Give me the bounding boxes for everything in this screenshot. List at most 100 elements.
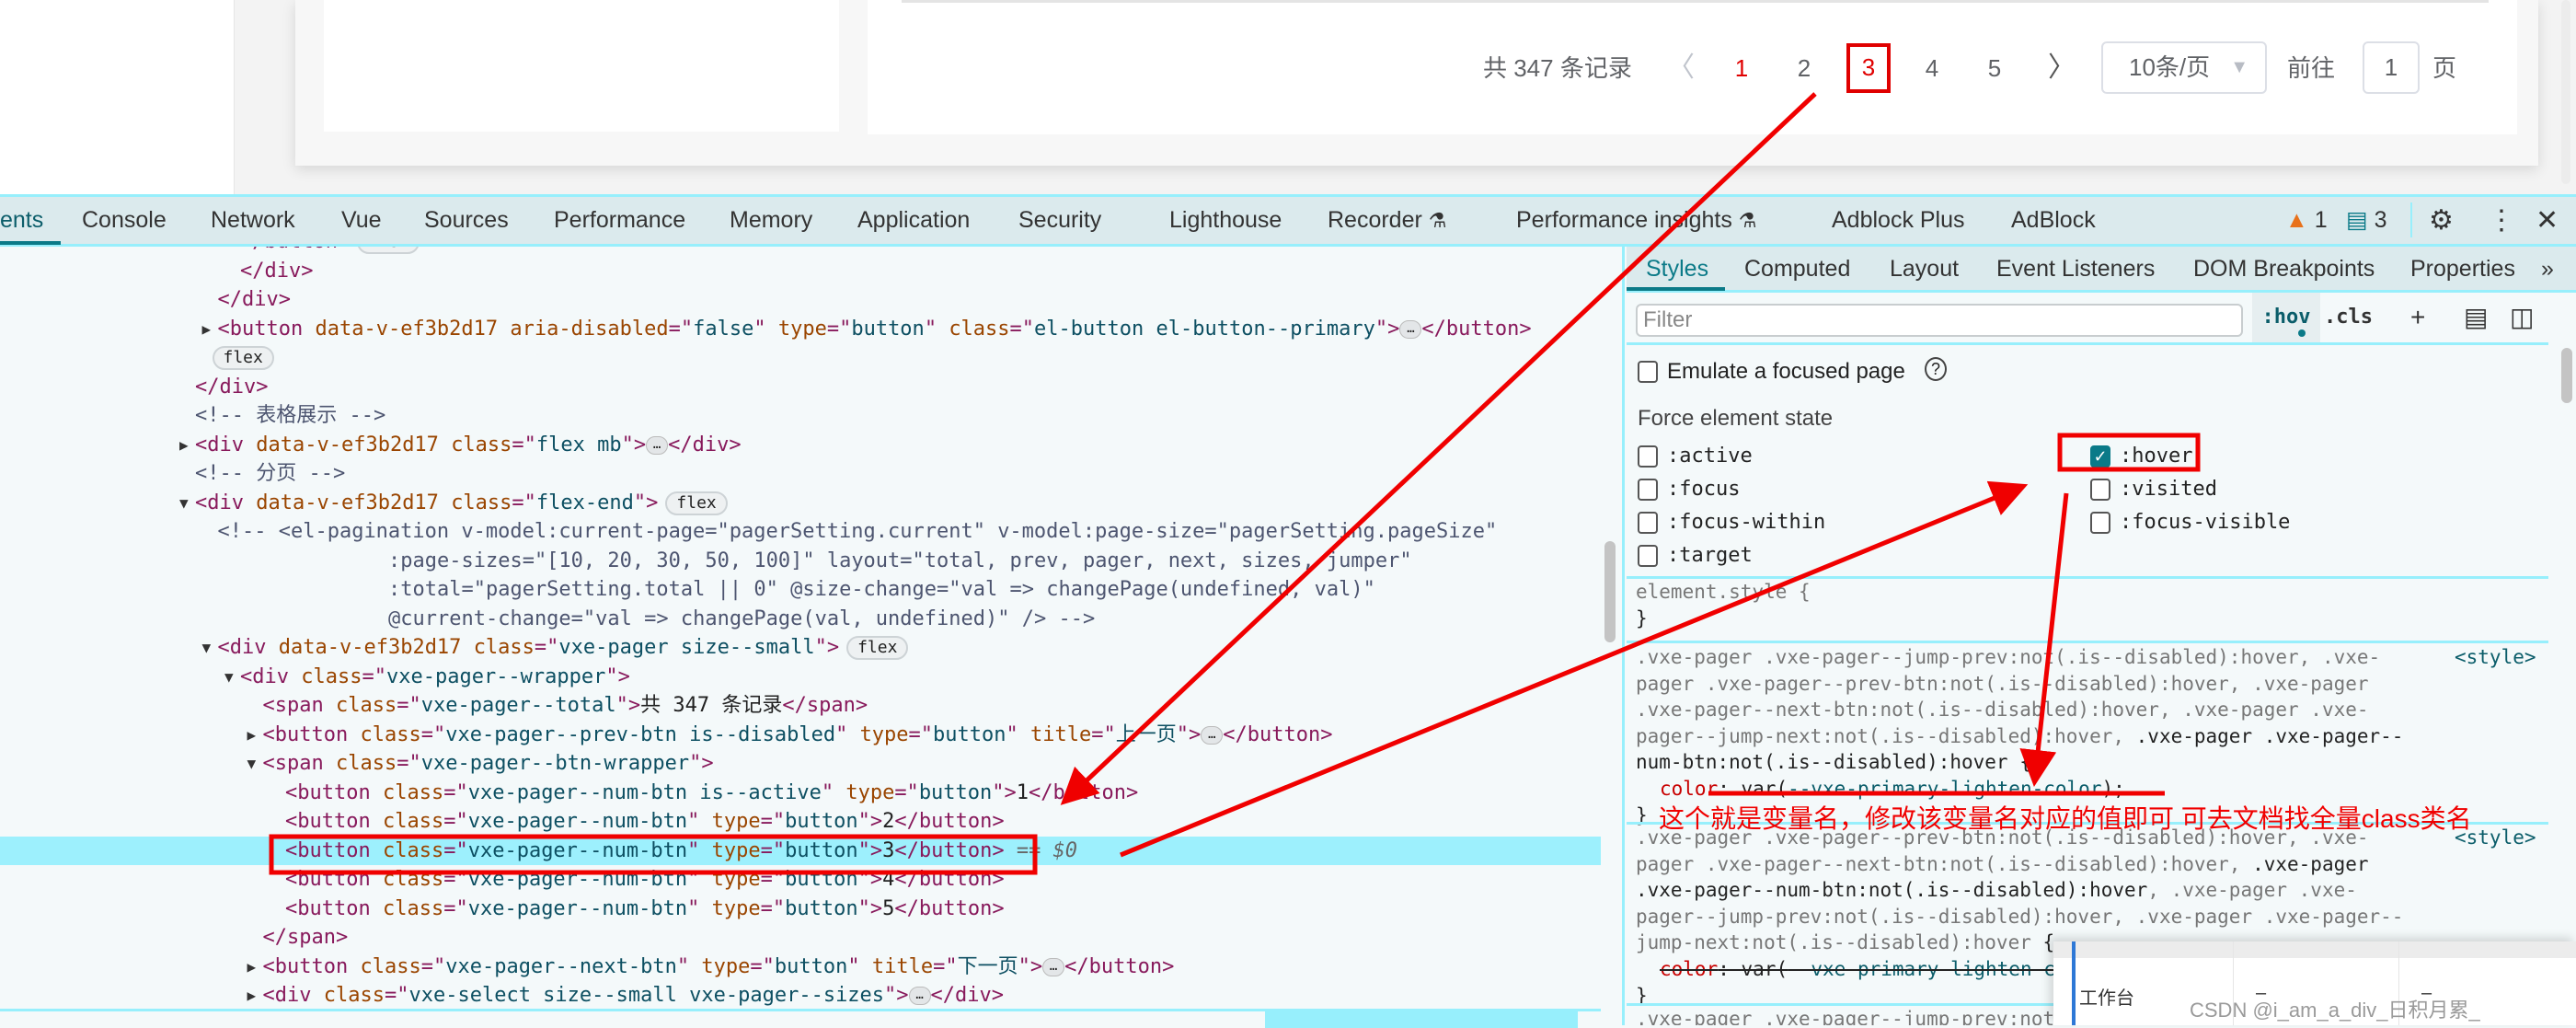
expanded-triangle-icon[interactable]: ▼ xyxy=(179,489,189,518)
state-active-checkbox[interactable] xyxy=(1638,445,1658,468)
state-focus-checkbox[interactable] xyxy=(1638,479,1658,501)
dom-node-row[interactable]: </div> xyxy=(0,257,1601,286)
flex-badge[interactable]: flex xyxy=(665,491,728,515)
dom-node-row[interactable]: ▼ <div data-v-ef3b2d17 class="flex-end"> f… xyxy=(0,489,1601,518)
dom-node-row[interactable]: :total="pagerSetting.total || 0" @size-c… xyxy=(0,575,1601,605)
expanded-triangle-icon[interactable]: ▼ xyxy=(247,749,257,779)
flex-badge[interactable]: flex xyxy=(212,346,274,370)
dom-node-row[interactable]: <button class="vxe-pager--num-btn" type=… xyxy=(0,836,1601,865)
dom-node-row[interactable]: <!-- 分页 --> xyxy=(0,459,1601,489)
dom-node-row[interactable]: </div> xyxy=(0,373,1601,402)
help-icon[interactable]: ? xyxy=(1925,357,1947,381)
styles-filter-input[interactable]: Filter xyxy=(1636,304,2243,337)
close-icon[interactable]: ✕ xyxy=(2536,197,2559,244)
styles-scrollbar-thumb[interactable] xyxy=(2561,348,2572,403)
dom-node-row[interactable]: <button class="vxe-pager--num-btn" type=… xyxy=(0,865,1601,895)
state-hover-checkbox[interactable]: ✓ xyxy=(2090,445,2110,468)
state-visited-checkbox[interactable] xyxy=(2090,479,2110,501)
breadcrumb-selected[interactable] xyxy=(1265,1011,1578,1028)
collapsed-triangle-icon[interactable]: ▶ xyxy=(247,981,257,1009)
expanded-triangle-icon[interactable]: ▼ xyxy=(202,633,212,663)
tab-sources[interactable]: Sources xyxy=(424,197,509,244)
cls-toggle-button[interactable]: .cls xyxy=(2324,293,2373,342)
tab-dom-breakpoints[interactable]: DOM Breakpoints xyxy=(2193,247,2375,291)
collapsed-triangle-icon[interactable]: ▶ xyxy=(179,431,189,460)
collapsed-triangle-icon[interactable]: ▶ xyxy=(247,953,257,982)
collapsed-children-ellipsis[interactable]: … xyxy=(908,987,931,1005)
tab-vue[interactable]: Vue xyxy=(341,197,382,244)
messages-indicator[interactable]: ▤ 3 xyxy=(2346,197,2386,244)
state-focus-visible-checkbox[interactable] xyxy=(2090,512,2110,534)
tab-memory[interactable]: Memory xyxy=(730,197,812,244)
dom-node-row[interactable]: ▶ <button class="vxe-pager--prev-btn is--… xyxy=(0,721,1601,750)
tab-adblock-plus[interactable]: Adblock Plus xyxy=(1832,197,1965,244)
dom-node-row[interactable]: </div> xyxy=(0,285,1601,315)
tab-application[interactable]: Application xyxy=(857,197,970,244)
dom-node-row[interactable]: ▼ <div class="vxe-pager--wrapper"> xyxy=(0,663,1601,692)
tab-performance-insights[interactable]: Performance insights ⚗ xyxy=(1516,197,1757,244)
scrollbar-thumb[interactable] xyxy=(1604,541,1616,642)
collapsed-children-ellipsis[interactable]: … xyxy=(1042,957,1065,976)
goto-page-input[interactable]: 1 xyxy=(2363,41,2420,94)
collapsed-children-ellipsis[interactable]: … xyxy=(1201,725,1224,745)
dom-scrollbar[interactable] xyxy=(1601,247,1625,1025)
pager-page-3[interactable]: 3 xyxy=(1846,43,1891,93)
dom-node-row[interactable]: </button> flex xyxy=(0,247,1601,257)
dom-node-row[interactable]: <!-- 表格展示 --> xyxy=(0,401,1601,431)
collapsed-triangle-icon[interactable]: ▶ xyxy=(202,315,212,344)
gear-icon[interactable]: ⚙ xyxy=(2429,197,2454,244)
dom-node-row[interactable]: <button class="vxe-pager--num-btn" type=… xyxy=(0,895,1601,924)
dom-node-row[interactable]: ▶ <button data-v-ef3b2d17 aria-disabled="… xyxy=(0,315,1601,344)
element-style-rule[interactable]: element.style { } xyxy=(1636,579,2418,631)
chevron-right-icon[interactable]: 〉 xyxy=(2048,50,2076,87)
tab-event-listeners[interactable]: Event Listeners xyxy=(1996,247,2155,291)
tab-styles[interactable]: Styles xyxy=(1646,247,1708,291)
tab-security[interactable]: Security xyxy=(1018,197,1101,244)
hov-toggle-button[interactable]: :hov xyxy=(2252,293,2320,342)
expanded-triangle-icon[interactable]: ▼ xyxy=(224,663,234,692)
toggle-sidebar-icon[interactable]: ◫ xyxy=(2510,302,2534,333)
warnings-indicator[interactable]: ▲ 1 xyxy=(2285,197,2328,244)
new-rule-plus-icon[interactable]: + xyxy=(2410,302,2425,333)
dom-node-row[interactable]: <!-- <el-pagination v-model:current-page… xyxy=(0,517,1601,547)
flex-badge[interactable]: flex xyxy=(357,247,420,254)
collapsed-triangle-icon[interactable]: ▶ xyxy=(247,721,257,750)
tab-computed[interactable]: Computed xyxy=(1744,247,1850,291)
pager-page-4[interactable]: 4 xyxy=(1914,50,1950,87)
pager-page-5[interactable]: 5 xyxy=(1976,50,2013,87)
tab-properties[interactable]: Properties xyxy=(2410,247,2515,291)
dom-node-row[interactable]: <span class="vxe-pager--total">共 347 条记录… xyxy=(0,691,1601,721)
tab-lighthouse[interactable]: Lighthouse xyxy=(1169,197,1282,244)
paint-brush-icon[interactable]: ▤ xyxy=(2464,302,2488,333)
dom-node-row[interactable]: ▶ <div class="vxe-select size--small vxe-… xyxy=(0,981,1601,1009)
collapsed-children-ellipsis[interactable]: … xyxy=(646,435,669,455)
collapsed-children-ellipsis[interactable]: … xyxy=(1399,319,1422,339)
chevron-left-icon[interactable]: 〈 xyxy=(1667,50,1695,87)
dom-node-row[interactable]: </span> xyxy=(0,923,1601,953)
dom-node-row[interactable]: ▼ <div data-v-ef3b2d17 class="vxe-pager s… xyxy=(0,633,1601,663)
tab-layout[interactable]: Layout xyxy=(1890,247,1959,291)
tab-performance[interactable]: Performance xyxy=(554,197,685,244)
page-size-select[interactable]: 10条/页 ▼ xyxy=(2101,41,2267,94)
emulate-focused-checkbox[interactable] xyxy=(1638,361,1658,383)
pager-page-2[interactable]: 2 xyxy=(1786,50,1823,87)
tab-elements[interactable]: ents xyxy=(0,197,43,244)
flex-badge[interactable]: flex xyxy=(846,636,909,660)
dom-node-row[interactable]: @current-change="val => changePage(val, … xyxy=(0,605,1601,634)
css-variable[interactable]: --vxe-primary-lighten-color xyxy=(1788,778,2101,800)
dom-node-row[interactable]: ▶ <button class="vxe-pager--next-btn" typ… xyxy=(0,953,1601,982)
dom-node-row[interactable]: :page-sizes="[10, 20, 30, 50, 100]" layo… xyxy=(0,547,1601,576)
more-vertical-icon[interactable]: ⋮ xyxy=(2488,197,2515,244)
state-target-checkbox[interactable] xyxy=(1638,545,1658,567)
tab-recorder[interactable]: Recorder ⚗ xyxy=(1328,197,1447,244)
tab-adblock[interactable]: AdBlock xyxy=(2011,197,2096,244)
state-focus-within-checkbox[interactable] xyxy=(1638,512,1658,534)
dom-node-row[interactable]: ▶ <div data-v-ef3b2d17 class="flex mb">… <… xyxy=(0,431,1601,460)
tab-network[interactable]: Network xyxy=(211,197,295,244)
more-tabs-icon[interactable]: » xyxy=(2541,247,2554,291)
rule-source-link[interactable]: <style> xyxy=(2455,644,2536,671)
dom-node-row[interactable]: <button class="vxe-pager--num-btn" type=… xyxy=(0,807,1601,837)
dom-node-row[interactable]: flex xyxy=(0,343,1601,373)
dom-node-row[interactable]: ▼ <span class="vxe-pager--btn-wrapper"> xyxy=(0,749,1601,779)
tab-console[interactable]: Console xyxy=(82,197,167,244)
